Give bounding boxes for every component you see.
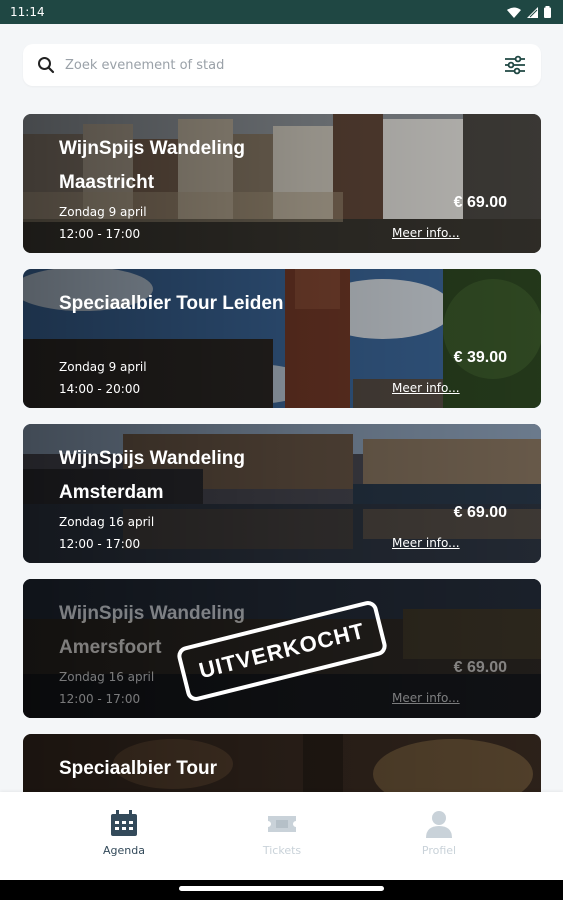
status-time: 11:14 — [10, 5, 45, 19]
more-info-link[interactable]: Meer info... — [392, 536, 460, 550]
search-input[interactable] — [65, 57, 503, 73]
search-icon — [38, 57, 55, 74]
event-title: WijnSpijs Wandeling Maastricht — [59, 138, 245, 193]
event-date: Zondag 9 april — [59, 205, 147, 219]
event-price: € 69.00 — [453, 504, 507, 521]
user-icon — [426, 811, 452, 838]
calendar-icon — [111, 810, 137, 836]
nav-label: Profiel — [421, 844, 457, 857]
search-bar[interactable] — [23, 44, 541, 86]
event-time: 12:00 - 17:00 — [59, 227, 141, 241]
event-time: 14:00 - 20:00 — [59, 382, 141, 396]
event-date: Zondag 9 april — [59, 360, 147, 374]
event-time: 12:00 - 17:00 — [59, 692, 141, 706]
nav-label: Tickets — [262, 844, 302, 857]
nav-profiel[interactable]: Profiel — [379, 810, 499, 857]
event-title: Speciaalbier Tour Leiden — [59, 293, 284, 314]
status-bar: 11:14 — [0, 0, 563, 24]
signal-icon — [527, 6, 538, 18]
event-title: WijnSpijs Wandeling Amsterdam — [59, 448, 245, 503]
more-info-link[interactable]: Meer info... — [392, 691, 460, 705]
event-list: WijnSpijs Wandeling Maastricht Zondag 9 … — [23, 114, 541, 889]
event-price: € 39.00 — [453, 349, 507, 366]
nav-agenda[interactable]: Agenda — [64, 810, 184, 857]
nav-tickets[interactable]: Tickets — [222, 810, 342, 857]
wifi-icon — [507, 7, 521, 18]
bottom-navigation: Agenda Tickets Profiel — [0, 792, 563, 880]
more-info-link[interactable]: Meer info... — [392, 226, 460, 240]
event-card-sold-out[interactable]: WijnSpijs Wandeling Amersfoort Zondag 16… — [23, 579, 541, 718]
event-price: € 69.00 — [453, 194, 507, 211]
event-date: Zondag 16 april — [59, 670, 155, 684]
battery-icon — [544, 6, 551, 18]
event-title: Speciaalbier Tour — [59, 758, 218, 779]
more-info-link[interactable]: Meer info... — [392, 381, 460, 395]
status-icons — [507, 6, 551, 18]
event-date: Zondag 16 april — [59, 515, 155, 529]
nav-label: Agenda — [103, 844, 145, 857]
event-card[interactable]: Speciaalbier Tour Leiden Zondag 9 april … — [23, 269, 541, 408]
event-card[interactable]: WijnSpijs Wandeling Amsterdam Zondag 16 … — [23, 424, 541, 563]
event-price: € 69.00 — [453, 659, 507, 676]
event-card[interactable]: WijnSpijs Wandeling Maastricht Zondag 9 … — [23, 114, 541, 253]
filter-icon[interactable] — [503, 53, 527, 77]
event-time: 12:00 - 17:00 — [59, 537, 141, 551]
ticket-icon — [268, 816, 296, 832]
home-indicator[interactable] — [179, 886, 384, 891]
